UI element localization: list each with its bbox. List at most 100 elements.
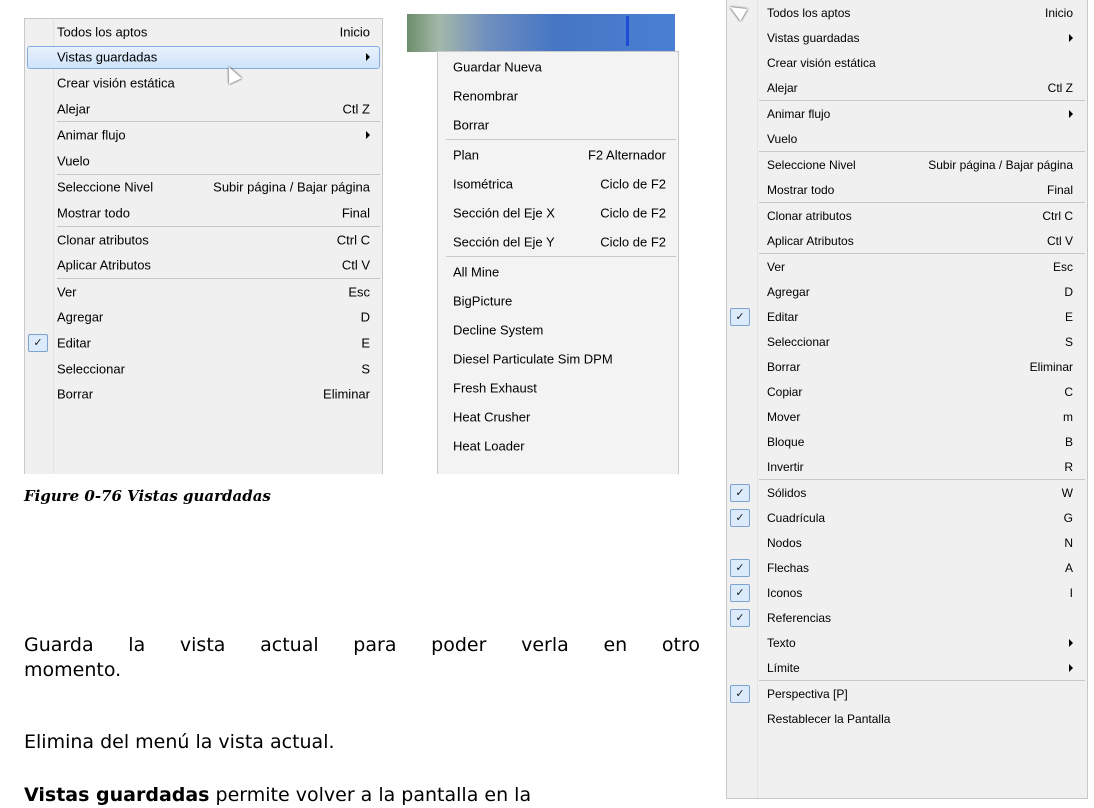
menu-item-label: Aplicar Atributos: [57, 257, 151, 273]
menu-item-heat-loader[interactable]: Heat Loader: [438, 431, 678, 460]
menu-item-agregar[interactable]: Agregar D: [25, 305, 382, 331]
menu-item-mostrar-todo[interactable]: Mostrar todo Final: [25, 200, 382, 226]
submenu-arrow-icon: [366, 53, 370, 62]
menu-item-invertir[interactable]: Invertir R: [727, 454, 1087, 479]
menu-item-borrar[interactable]: Borrar Eliminar: [727, 354, 1087, 379]
menu-item-borrar[interactable]: Borrar Eliminar: [25, 381, 382, 407]
menu-item-copiar[interactable]: Copiar C: [727, 379, 1087, 404]
menu-item-vistas-guardadas[interactable]: Vistas guardadas: [25, 45, 382, 71]
checkmark-icon: ✓: [28, 333, 48, 352]
menu-item-mostrar-todo[interactable]: Mostrar todo Final: [727, 177, 1087, 202]
menu-item-restablecer-la-pantalla[interactable]: Restablecer la Pantalla: [727, 706, 1087, 731]
menu-item-shortcut: Ciclo de F2: [600, 205, 666, 220]
checkmark-icon: ✓: [730, 307, 750, 326]
menu-item-bigpicture[interactable]: BigPicture: [438, 286, 678, 315]
menu-item-label: Decline System: [453, 322, 544, 337]
menu-item-shortcut: Ciclo de F2: [600, 234, 666, 249]
menu-item-borrar[interactable]: Borrar: [438, 110, 678, 139]
menu-item-label: Copiar: [767, 384, 803, 399]
menu-item-isometrica[interactable]: Isométrica Ciclo de F2: [438, 169, 678, 198]
menu-item-shortcut: Ctl Z: [1047, 80, 1073, 95]
checkmark-icon: ✓: [730, 608, 750, 627]
menu-item-label: Vistas guardadas: [57, 49, 158, 65]
menu-item-label: Ver: [57, 284, 77, 300]
menu-item-label: Seleccionar: [57, 361, 125, 377]
menu-item-crear-vision-estatica[interactable]: Crear visión estática: [25, 70, 382, 96]
menu-item-shortcut: C: [1064, 384, 1073, 399]
menu-item-label: Referencias: [767, 610, 832, 625]
menu-item-editar[interactable]: ✓ Editar E: [25, 330, 382, 356]
menu-item-label: Animar flujo: [57, 127, 126, 143]
menu-item-clonar-atributos[interactable]: Clonar atributos Ctrl C: [25, 227, 382, 253]
checkmark-icon: ✓: [730, 684, 750, 703]
menu-item-nodos[interactable]: Nodos N: [727, 530, 1087, 555]
menu-item-renombrar[interactable]: Renombrar: [438, 81, 678, 110]
menu-item-referencias[interactable]: ✓ Referencias: [727, 605, 1087, 630]
menu-item-label: Cuadrícula: [767, 510, 826, 525]
menu-item-vuelo[interactable]: Vuelo: [25, 148, 382, 174]
menu-item-label: Clonar atributos: [57, 232, 149, 248]
menu-item-agregar[interactable]: Agregar D: [727, 279, 1087, 304]
menu-item-label: Seleccione Nivel: [767, 157, 856, 172]
menu-item-label: Vistas guardadas: [767, 30, 860, 45]
menu-item-heat-crusher[interactable]: Heat Crusher: [438, 402, 678, 431]
menu-item-seccion-del-eje-y[interactable]: Sección del Eje Y Ciclo de F2: [438, 227, 678, 256]
menu-item-label: Ver: [767, 259, 786, 274]
menu-item-label: Mostrar todo: [57, 205, 130, 221]
menu-item-ver[interactable]: Ver Esc: [25, 279, 382, 305]
menu-item-todos-los-aptos[interactable]: Todos los aptos Inicio: [25, 19, 382, 45]
menu-item-crear-vision-estatica[interactable]: Crear visión estática: [727, 50, 1087, 75]
menu-item-seccion-del-eje-x[interactable]: Sección del Eje X Ciclo de F2: [438, 198, 678, 227]
menu-item-ver[interactable]: Ver Esc: [727, 254, 1087, 279]
menu-item-animar-flujo[interactable]: Animar flujo: [25, 122, 382, 148]
submenu-arrow-icon: [1069, 33, 1073, 42]
menu-item-all-mine[interactable]: All Mine: [438, 257, 678, 286]
menu-item-label: Flechas: [767, 560, 810, 575]
menu-item-label: Texto: [767, 635, 796, 650]
menu-item-aplicar-atributos[interactable]: Aplicar Atributos Ctl V: [727, 228, 1087, 253]
menu-item-label: Mostrar todo: [767, 182, 835, 197]
menu-item-guardar-nueva[interactable]: Guardar Nueva: [438, 52, 678, 81]
menu-item-seleccionar[interactable]: Seleccionar S: [25, 356, 382, 382]
menu-item-shortcut: F2 Alternador: [587, 147, 666, 162]
menu-item-vistas-guardadas[interactable]: Vistas guardadas: [727, 25, 1087, 50]
menu-item-label: Borrar: [57, 386, 94, 402]
menu-item-label: Restablecer la Pantalla: [767, 711, 891, 726]
menu-item-label: All Mine: [453, 264, 500, 279]
menu-item-shortcut: D: [360, 309, 370, 325]
menu-item-shortcut: R: [1064, 459, 1073, 474]
menu-item-mover[interactable]: Mover m: [727, 404, 1087, 429]
menu-item-iconos[interactable]: ✓ Iconos I: [727, 580, 1087, 605]
menu-item-perspectiva-p[interactable]: ✓ Perspectiva [P]: [727, 681, 1087, 706]
menu-item-bloque[interactable]: Bloque B: [727, 429, 1087, 454]
menu-item-label: Plan: [453, 147, 480, 162]
menu-item-alejar[interactable]: Alejar Ctl Z: [25, 96, 382, 122]
menu-item-decline-system[interactable]: Decline System: [438, 315, 678, 344]
menu-item-label: Mover: [767, 409, 801, 424]
checkmark-icon: ✓: [730, 558, 750, 577]
menu-item-texto[interactable]: Texto: [727, 630, 1087, 655]
menu-item-label: Vuelo: [767, 131, 798, 146]
menu-item-alejar[interactable]: Alejar Ctl Z: [727, 75, 1087, 100]
menu-item-vuelo[interactable]: Vuelo: [727, 126, 1087, 151]
menu-item-editar[interactable]: ✓ Editar E: [727, 304, 1087, 329]
menu-item-aplicar-atributos[interactable]: Aplicar Atributos Ctl V: [25, 252, 382, 278]
menu-item-fresh-exhaust[interactable]: Fresh Exhaust: [438, 373, 678, 402]
menu-item-shortcut: Final: [1046, 182, 1073, 197]
paragraph-save-line1: Guarda la vista actual para poder verla …: [24, 634, 700, 656]
menu-item-plan[interactable]: Plan F2 Alternador: [438, 140, 678, 169]
menu-item-animar-flujo[interactable]: Animar flujo: [727, 101, 1087, 126]
paragraph-saved-views: Vistas guardadas permite volver a la pan…: [24, 783, 531, 808]
scene-object: [626, 16, 629, 46]
menu-item-clonar-atributos[interactable]: Clonar atributos Ctrl C: [727, 203, 1087, 228]
menu-item-solidos[interactable]: ✓ Sólidos W: [727, 480, 1087, 505]
figure-caption: Figure 0-76 Vistas guardadas: [24, 487, 271, 505]
menu-item-seleccione-nivel[interactable]: Seleccione Nivel Subir página / Bajar pág…: [25, 175, 382, 201]
menu-item-diesel-particulate-sim-dpm[interactable]: Diesel Particulate Sim DPM: [438, 344, 678, 373]
menu-item-flechas[interactable]: ✓ Flechas A: [727, 555, 1087, 580]
menu-item-seleccione-nivel[interactable]: Seleccione Nivel Subir página / Bajar pág…: [727, 152, 1087, 177]
menu-item-seleccionar[interactable]: Seleccionar S: [727, 329, 1087, 354]
menu-item-cuadricula[interactable]: ✓ Cuadrícula G: [727, 505, 1087, 530]
menu-item-limite[interactable]: Límite: [727, 655, 1087, 680]
menu-item-todos-los-aptos[interactable]: Todos los aptos Inicio: [727, 0, 1087, 25]
